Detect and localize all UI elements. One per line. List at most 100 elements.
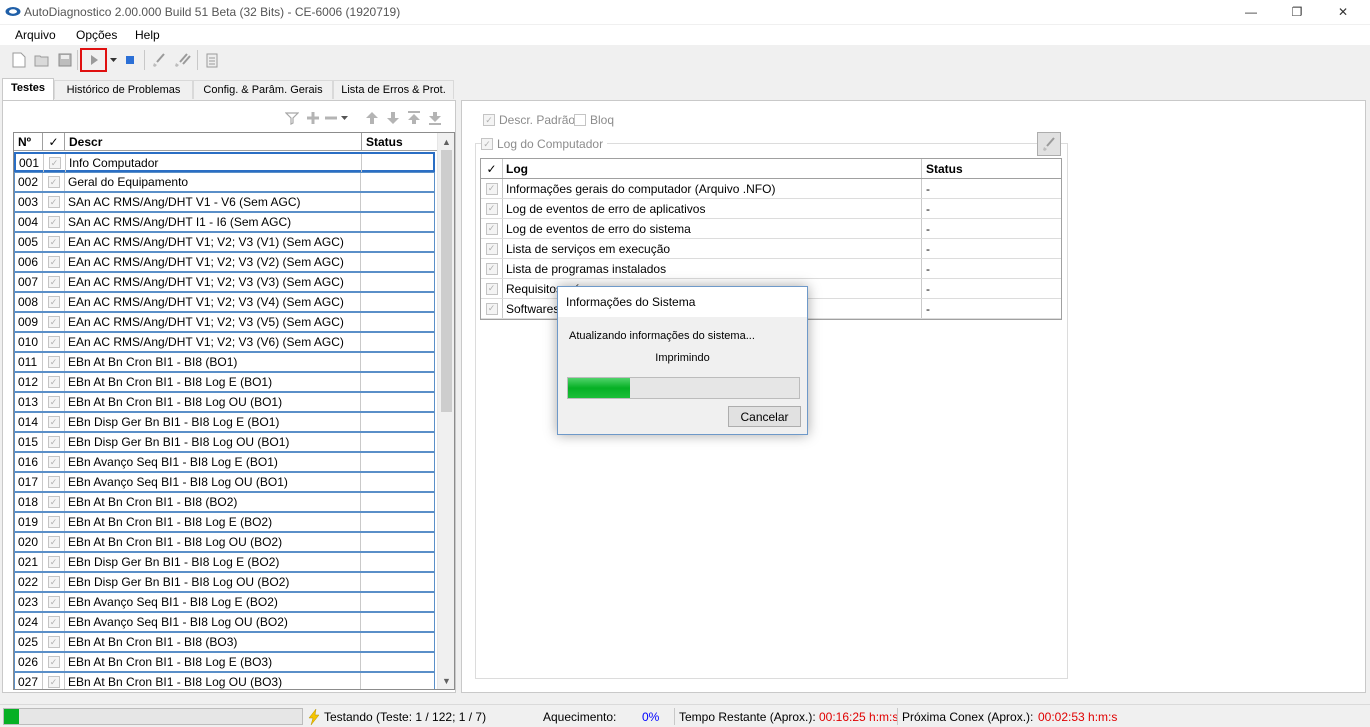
table-row[interactable]: 023 ✓ EBn Avanço Seq BI1 - BI8 Log E (BO2): [14, 592, 435, 612]
row-checkbox[interactable]: ✓: [47, 496, 60, 508]
row-checkbox-cell[interactable]: ✓: [43, 493, 65, 511]
row-checkbox[interactable]: ✓: [47, 256, 60, 268]
clean-all-button[interactable]: [172, 50, 192, 70]
table-row[interactable]: 016 ✓ EBn Avanço Seq BI1 - BI8 Log E (BO1): [14, 452, 435, 472]
log-row-checkbox[interactable]: ✓: [485, 282, 498, 295]
row-checkbox[interactable]: ✓: [47, 356, 60, 368]
move-bottom-button[interactable]: [426, 109, 444, 127]
table-row[interactable]: 025 ✓ EBn At Bn Cron BI1 - BI8 (BO3): [14, 632, 435, 652]
menu-help[interactable]: Help: [135, 28, 160, 42]
log-row[interactable]: ✓ Log de eventos de erro do sistema -: [481, 219, 1061, 239]
log-row-checkbox-cell[interactable]: ✓: [481, 259, 503, 278]
row-checkbox-cell[interactable]: ✓: [43, 173, 65, 191]
row-checkbox-cell[interactable]: ✓: [44, 154, 66, 172]
menu-opcoes[interactable]: Opções: [76, 28, 117, 42]
move-down-button[interactable]: [384, 109, 402, 127]
row-checkbox[interactable]: ✓: [47, 376, 60, 388]
table-row[interactable]: 014 ✓ EBn Disp Ger Bn BI1 - BI8 Log E (BO1…: [14, 412, 435, 432]
bloq-option[interactable]: Bloq: [574, 113, 614, 127]
row-checkbox[interactable]: ✓: [47, 596, 60, 608]
row-checkbox-cell[interactable]: ✓: [43, 333, 65, 351]
row-checkbox[interactable]: ✓: [47, 336, 60, 348]
row-checkbox[interactable]: ✓: [47, 296, 60, 308]
table-row[interactable]: 026 ✓ EBn At Bn Cron BI1 - BI8 Log E (BO3): [14, 652, 435, 672]
remove-button[interactable]: [322, 109, 340, 127]
filter-button[interactable]: [283, 109, 301, 127]
row-checkbox[interactable]: ✓: [47, 556, 60, 568]
log-row[interactable]: ✓ Lista de serviços em execução -: [481, 239, 1061, 259]
log-row-checkbox-cell[interactable]: ✓: [481, 179, 503, 198]
minimize-button[interactable]: —: [1228, 0, 1274, 24]
bloq-checkbox[interactable]: [574, 114, 586, 126]
header-check[interactable]: ✓: [43, 133, 65, 151]
row-checkbox[interactable]: ✓: [47, 216, 60, 228]
row-checkbox-cell[interactable]: ✓: [43, 593, 65, 611]
row-checkbox[interactable]: ✓: [47, 516, 60, 528]
add-button[interactable]: [304, 109, 322, 127]
move-top-button[interactable]: [405, 109, 423, 127]
row-checkbox-cell[interactable]: ✓: [43, 193, 65, 211]
row-checkbox[interactable]: ✓: [47, 276, 60, 288]
table-row[interactable]: 011 ✓ EBn At Bn Cron BI1 - BI8 (BO1): [14, 352, 435, 372]
row-checkbox-cell[interactable]: ✓: [43, 513, 65, 531]
row-checkbox[interactable]: ✓: [47, 436, 60, 448]
row-checkbox-cell[interactable]: ✓: [43, 433, 65, 451]
row-checkbox[interactable]: ✓: [47, 536, 60, 548]
table-row[interactable]: 021 ✓ EBn Disp Ger Bn BI1 - BI8 Log E (BO2…: [14, 552, 435, 572]
log-row-checkbox-cell[interactable]: ✓: [481, 299, 503, 318]
tab-testes[interactable]: Testes: [2, 78, 54, 100]
row-checkbox-cell[interactable]: ✓: [43, 393, 65, 411]
tab-historico[interactable]: Histórico de Problemas: [54, 80, 193, 99]
menu-arquivo[interactable]: Arquivo: [15, 28, 56, 42]
row-checkbox-cell[interactable]: ✓: [43, 293, 65, 311]
row-checkbox[interactable]: ✓: [47, 196, 60, 208]
maximize-button[interactable]: ❐: [1274, 0, 1320, 24]
log-header-status[interactable]: Status: [922, 159, 1061, 178]
row-checkbox-cell[interactable]: ✓: [43, 413, 65, 431]
row-checkbox-cell[interactable]: ✓: [43, 273, 65, 291]
row-checkbox[interactable]: ✓: [47, 396, 60, 408]
row-checkbox-cell[interactable]: ✓: [43, 253, 65, 271]
table-row[interactable]: 004 ✓ SAn AC RMS/Ang/DHT I1 - I6 (Sem AGC): [14, 212, 435, 232]
row-checkbox[interactable]: ✓: [47, 576, 60, 588]
row-checkbox-cell[interactable]: ✓: [43, 373, 65, 391]
log-row-checkbox[interactable]: ✓: [485, 302, 498, 315]
row-checkbox-cell[interactable]: ✓: [43, 633, 65, 651]
log-row-checkbox[interactable]: ✓: [485, 222, 498, 235]
row-checkbox-cell[interactable]: ✓: [43, 353, 65, 371]
log-row-checkbox[interactable]: ✓: [485, 242, 498, 255]
row-checkbox[interactable]: ✓: [47, 616, 60, 628]
tab-config[interactable]: Config. & Parâm. Gerais: [193, 80, 333, 99]
row-checkbox-cell[interactable]: ✓: [43, 233, 65, 251]
header-descr[interactable]: Descr: [65, 133, 362, 151]
table-row[interactable]: 002 ✓ Geral do Equipamento: [14, 172, 435, 192]
log-header-check[interactable]: ✓: [481, 159, 503, 178]
table-row[interactable]: 001 ✓ Info Computador: [14, 152, 435, 172]
row-checkbox-cell[interactable]: ✓: [43, 673, 65, 689]
table-row[interactable]: 015 ✓ EBn Disp Ger Bn BI1 - BI8 Log OU (BO…: [14, 432, 435, 452]
open-button[interactable]: [32, 50, 52, 70]
tests-grid-scrollbar[interactable]: ▲ ▼: [437, 133, 454, 689]
row-checkbox-cell[interactable]: ✓: [43, 313, 65, 331]
header-num[interactable]: Nº: [14, 133, 43, 151]
stop-button[interactable]: [120, 50, 140, 70]
save-button[interactable]: [55, 50, 75, 70]
log-row[interactable]: ✓ Lista de programas instalados -: [481, 259, 1061, 279]
scroll-up-arrow-icon[interactable]: ▲: [438, 133, 454, 150]
row-checkbox-cell[interactable]: ✓: [43, 213, 65, 231]
log-row-checkbox[interactable]: ✓: [485, 202, 498, 215]
row-checkbox[interactable]: ✓: [47, 316, 60, 328]
row-checkbox-cell[interactable]: ✓: [43, 473, 65, 491]
row-checkbox-cell[interactable]: ✓: [43, 653, 65, 671]
row-checkbox[interactable]: ✓: [47, 456, 60, 468]
run-button[interactable]: [80, 48, 107, 72]
table-row[interactable]: 010 ✓ EAn AC RMS/Ang/DHT V1; V2; V3 (V6) (…: [14, 332, 435, 352]
report-button[interactable]: [202, 50, 222, 70]
table-row[interactable]: 006 ✓ EAn AC RMS/Ang/DHT V1; V2; V3 (V2) (…: [14, 252, 435, 272]
log-row[interactable]: ✓ Log de eventos de erro de aplicativos -: [481, 199, 1061, 219]
table-row[interactable]: 027 ✓ EBn At Bn Cron BI1 - BI8 Log OU (BO3…: [14, 672, 435, 689]
table-row[interactable]: 003 ✓ SAn AC RMS/Ang/DHT V1 - V6 (Sem AGC): [14, 192, 435, 212]
log-row-checkbox-cell[interactable]: ✓: [481, 199, 503, 218]
table-row[interactable]: 019 ✓ EBn At Bn Cron BI1 - BI8 Log E (BO2): [14, 512, 435, 532]
header-status[interactable]: Status: [362, 133, 437, 151]
